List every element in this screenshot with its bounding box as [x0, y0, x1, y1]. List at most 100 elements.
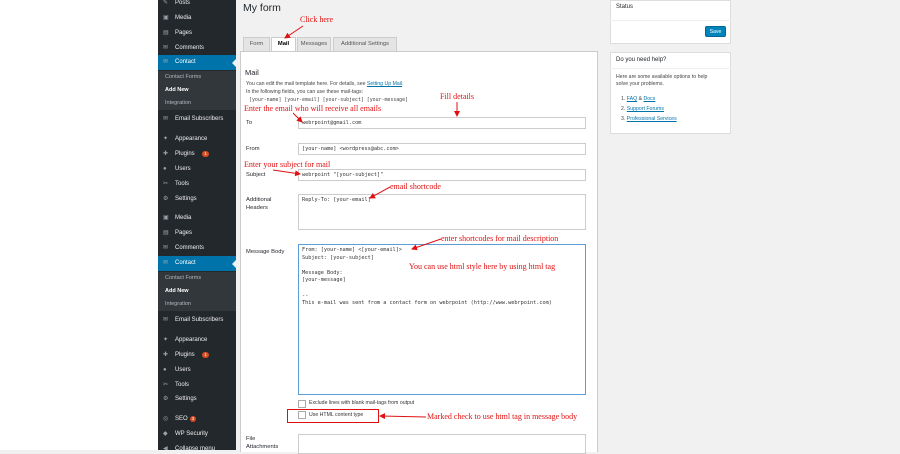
help-text-2: solve your problems. — [616, 81, 664, 87]
sidebar-item-media[interactable]: ▣ Media — [158, 11, 236, 26]
sidebar-item-appearance[interactable]: ✦ Appearance — [158, 132, 236, 147]
sidebar-item-label: Tools — [175, 181, 190, 187]
annotation-subject: Enter your subject for mail — [244, 160, 331, 169]
sidebar-item-comments[interactable]: ✉ Comments — [158, 241, 236, 256]
settings-icon: ⚙ — [163, 196, 169, 202]
sidebar-item-users[interactable]: ● Users — [158, 162, 236, 177]
subject-field[interactable]: webrpoint "[your-subject]" — [298, 169, 586, 181]
users-icon: ● — [163, 166, 167, 172]
media-icon: ▣ — [163, 215, 169, 221]
exclude-blank-label: Exclude lines with blank mail-tags from … — [309, 400, 415, 406]
mail-heading: Mail — [245, 68, 259, 77]
attachments-field[interactable] — [298, 434, 586, 454]
sidebar-item-seo[interactable]: ◎ SEO 3 — [158, 412, 236, 427]
sidebar-sub-integration[interactable]: Integration — [158, 298, 236, 311]
sidebar-item-tools[interactable]: ✂ Tools — [158, 177, 236, 192]
update-count-badge: 1 — [202, 352, 209, 358]
sidebar-sub-contact-forms[interactable]: Contact Forms — [158, 71, 236, 84]
admin-sidebar: ✎ Posts ▣ Media ▤ Pages ✉ Comments ✉ Contact Conta… — [158, 0, 236, 450]
sidebar-item-plugins[interactable]: ✚ Plugins 1 — [158, 348, 236, 363]
left-gutter — [0, 0, 158, 450]
sidebar-item-plugins[interactable]: ✚ Plugins 1 — [158, 147, 236, 162]
collapse-icon: ◀ — [163, 446, 168, 450]
exclude-blank-checkbox[interactable] — [298, 400, 306, 408]
attachments-label-1: File — [246, 436, 256, 442]
seo-icon: ◎ — [163, 416, 169, 422]
highlight-box — [287, 409, 379, 423]
settings-icon: ⚙ — [163, 396, 169, 402]
sidebar-item-label: Comments — [175, 45, 205, 51]
sidebar-item-users[interactable]: ● Users — [158, 363, 236, 378]
appearance-icon: ✦ — [163, 337, 169, 343]
pages-icon: ▤ — [163, 30, 169, 36]
sidebar-item-contact[interactable]: ✉ Contact — [158, 256, 236, 271]
sidebar-item-media[interactable]: ▣ Media — [158, 211, 236, 226]
sidebar-item-settings[interactable]: ⚙ Settings — [158, 192, 236, 207]
sidebar-item-tools[interactable]: ✂ Tools — [158, 378, 236, 393]
sidebar-item-label: Appearance — [175, 136, 208, 142]
sidebar-item-label: Email Subscribers — [175, 116, 224, 122]
users-icon: ● — [163, 367, 167, 373]
sidebar-item-email-subscribers[interactable]: ✉ Email Subscribers — [158, 313, 236, 328]
save-button[interactable]: Save — [705, 26, 726, 37]
pin-icon: ✎ — [163, 0, 169, 6]
tab-additional-settings[interactable]: Additional Settings — [333, 37, 397, 51]
page-title: My form — [243, 2, 281, 14]
docs-link[interactable]: Docs — [644, 96, 656, 102]
sidebar-item-label: Tools — [175, 382, 190, 388]
help-title: Do you need help? — [616, 57, 667, 63]
sidebar-item-comments[interactable]: ✉ Comments — [158, 41, 236, 56]
faq-link[interactable]: FAQ — [627, 96, 637, 102]
help-list-1: 1. FAQ & Docs — [621, 96, 655, 103]
sidebar-item-settings[interactable]: ⚙ Settings — [158, 392, 236, 407]
sidebar-sub-add-new[interactable]: Add New — [158, 285, 236, 298]
sidebar-sub-label: Integration — [165, 100, 191, 106]
sidebar-sub-label: Add New — [165, 87, 189, 93]
sidebar-item-label: Email Subscribers — [175, 317, 224, 323]
sidebar-item-label: Plugins — [175, 151, 195, 157]
sidebar-item-wp-security[interactable]: ◆ WP Security — [158, 427, 236, 442]
sidebar-sub-integration[interactable]: Integration — [158, 97, 236, 110]
sidebar-item-label: Settings — [175, 396, 197, 402]
sidebar-sub-contact-forms[interactable]: Contact Forms — [158, 272, 236, 285]
professional-services-link[interactable]: Professional Services — [627, 116, 677, 122]
sidebar-item-pages[interactable]: ▤ Pages — [158, 26, 236, 41]
attachments-label-2: Attachments — [246, 444, 279, 450]
plugins-icon: ✚ — [163, 151, 169, 157]
message-body-label: Message Body — [246, 249, 285, 255]
sidebar-item-appearance[interactable]: ✦ Appearance — [158, 333, 236, 348]
from-label: From — [246, 146, 260, 152]
tab-messages[interactable]: Messages — [297, 37, 331, 51]
setting-up-mail-link[interactable]: Setting Up Mail — [367, 81, 402, 87]
pages-icon: ▤ — [163, 230, 169, 236]
sidebar-item-pages[interactable]: ▤ Pages — [158, 226, 236, 241]
sidebar-item-label: SEO — [175, 416, 188, 422]
email-icon: ✉ — [163, 116, 169, 122]
additional-headers-field[interactable]: Reply-To: [your-email] — [298, 194, 586, 230]
annotation-email-receive: Enter the email who will receive all ema… — [244, 104, 382, 113]
tools-icon: ✂ — [163, 181, 169, 187]
annotation-marked: Marked check to use html tag in message … — [427, 412, 578, 421]
media-icon: ▣ — [163, 15, 169, 21]
sidebar-item-label: Plugins — [175, 352, 195, 358]
sidebar-item-label: Collapse menu — [175, 446, 216, 450]
tab-mail[interactable]: Mail — [271, 37, 296, 52]
sidebar-item-contact[interactable]: ✉ Contact — [158, 55, 236, 70]
support-forums-link[interactable]: Support Forums — [627, 106, 664, 112]
sidebar-sub-label: Contact Forms — [165, 275, 202, 281]
sidebar-item-label: Contact — [175, 59, 196, 65]
sidebar-item-posts[interactable]: ✎ Posts — [158, 0, 236, 11]
sidebar-item-label: Pages — [175, 230, 193, 236]
sidebar-item-label: Posts — [175, 0, 191, 6]
mail-intro: You can edit the mail template here. For… — [246, 81, 404, 87]
sidebar-item-label: Media — [175, 215, 192, 221]
tab-form[interactable]: Form — [243, 37, 270, 51]
sidebar-sub-label: Add New — [165, 288, 189, 294]
sidebar-sub-add-new[interactable]: Add New — [158, 84, 236, 97]
to-label: To — [246, 120, 253, 126]
headers-label-2: Headers — [246, 205, 268, 211]
to-field[interactable]: webrpoint@gmail.com — [298, 117, 586, 129]
from-field[interactable]: [your-name] <wordpress@abc.com> — [298, 143, 586, 155]
sidebar-item-collapse-menu[interactable]: ◀ Collapse menu — [158, 442, 236, 450]
sidebar-item-email-subscribers[interactable]: ✉ Email Subscribers — [158, 112, 236, 127]
